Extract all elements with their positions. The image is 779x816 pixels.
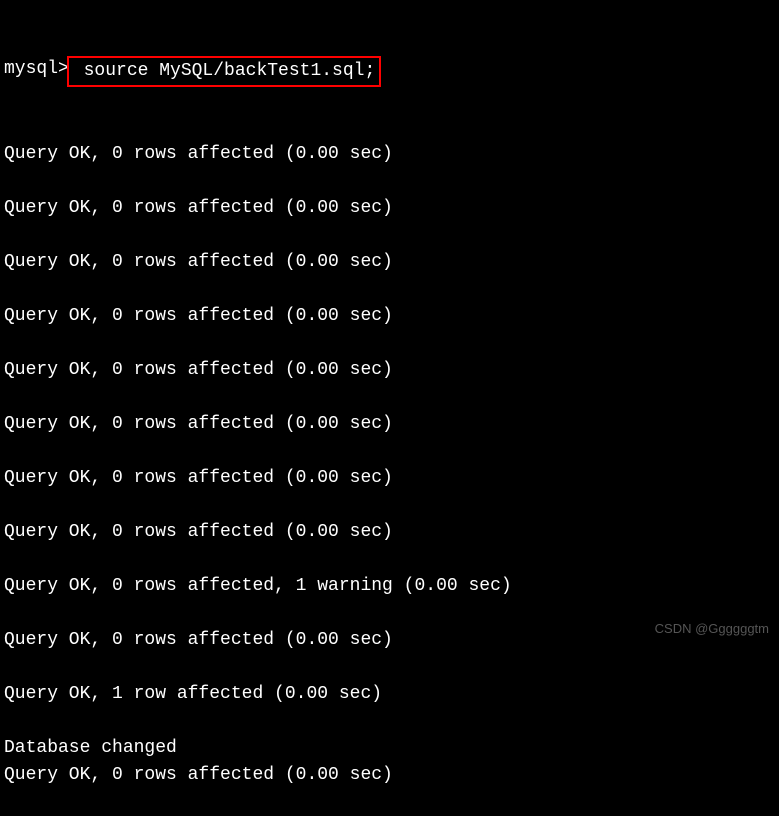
output-line — [4, 546, 775, 573]
highlighted-command: source MySQL/backTest1.sql; — [67, 56, 381, 87]
output-line: Query OK, 0 rows affected (0.00 sec) — [4, 195, 775, 222]
output-line — [4, 438, 775, 465]
output-line — [4, 168, 775, 195]
output-line — [4, 492, 775, 519]
output-line: Database changed — [4, 735, 775, 762]
mysql-prompt: mysql> — [4, 56, 69, 83]
output-line: Query OK, 0 rows affected, 1 warning (0.… — [4, 573, 775, 600]
output-line: Query OK, 0 rows affected (0.00 sec) — [4, 303, 775, 330]
output-line: Query OK, 0 rows affected (0.00 sec) — [4, 249, 775, 276]
output-line — [4, 708, 775, 735]
output-container: Query OK, 0 rows affected (0.00 sec) Que… — [4, 141, 775, 789]
command-line: mysql> source MySQL/backTest1.sql; — [4, 56, 775, 87]
output-line: Query OK, 0 rows affected (0.00 sec) — [4, 141, 775, 168]
watermark: CSDN @Ggggggtm — [655, 619, 769, 639]
output-line: Query OK, 0 rows affected (0.00 sec) — [4, 411, 775, 438]
output-line: Query OK, 1 row affected (0.00 sec) — [4, 681, 775, 708]
output-line: Query OK, 0 rows affected (0.00 sec) — [4, 762, 775, 789]
output-line — [4, 330, 775, 357]
output-line: Query OK, 0 rows affected (0.00 sec) — [4, 465, 775, 492]
output-line: Query OK, 0 rows affected (0.00 sec) — [4, 519, 775, 546]
output-line: Query OK, 0 rows affected (0.00 sec) — [4, 357, 775, 384]
terminal-output: mysql> source MySQL/backTest1.sql; Query… — [4, 2, 775, 816]
output-line — [4, 384, 775, 411]
output-line — [4, 222, 775, 249]
output-line — [4, 654, 775, 681]
output-line — [4, 276, 775, 303]
